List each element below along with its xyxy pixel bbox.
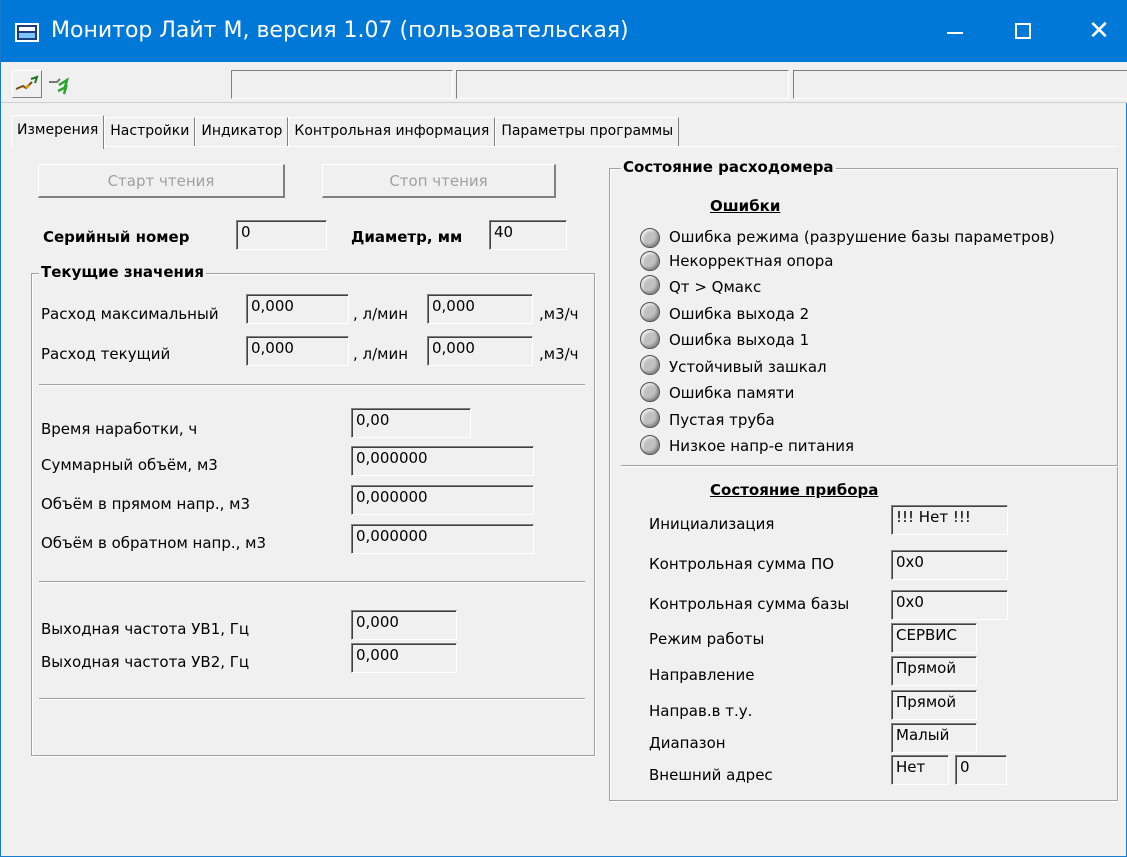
runtime-label: Время наработки, ч: [41, 420, 198, 438]
flow-max-lmin-unit: , л/мин: [353, 305, 409, 323]
flowmeter-state-title: Состояние расходомера: [621, 158, 836, 176]
direction-field[interactable]: Прямой: [891, 656, 977, 686]
tab-program-params[interactable]: Параметры программы: [495, 117, 680, 147]
tu-direction-field[interactable]: Прямой: [891, 690, 977, 720]
group-divider: [39, 384, 585, 386]
minimize-icon: [947, 32, 963, 34]
minimize-button[interactable]: [926, 0, 984, 62]
error-indicator-icon: [640, 251, 660, 271]
error-label: Низкое напр-е питания: [669, 437, 855, 455]
error-label: Ошибка выхода 2: [669, 305, 810, 323]
sw-checksum-field[interactable]: 0x0: [891, 550, 1008, 580]
connect-button[interactable]: [12, 70, 42, 98]
total-volume-field[interactable]: 0,000000: [351, 446, 534, 476]
db-checksum-label: Контрольная сумма базы: [649, 595, 850, 613]
window-title: Монитор Лайт М, версия 1.07 (пользовател…: [51, 18, 629, 43]
db-checksum-field[interactable]: 0x0: [891, 590, 1008, 620]
status-field-1: [231, 70, 453, 99]
ext-addr-label: Внешний адрес: [649, 766, 773, 784]
ext-addr-flag-field[interactable]: Нет: [891, 755, 949, 785]
range-label: Диапазон: [649, 734, 726, 752]
error-indicator-icon: [640, 435, 660, 455]
app-window: Монитор Лайт М, версия 1.07 (пользовател…: [0, 0, 1127, 857]
init-label: Инициализация: [649, 515, 775, 533]
flow-current-lmin-field[interactable]: 0,000: [246, 336, 349, 366]
sw-checksum-label: Контрольная сумма ПО: [649, 555, 835, 573]
runtime-field[interactable]: 0,00: [351, 408, 471, 438]
tab-settings[interactable]: Настройки: [104, 117, 196, 147]
tab-control-info[interactable]: Контрольная информация: [288, 117, 496, 147]
flow-max-m3h-field[interactable]: 0,000: [427, 294, 533, 324]
flow-current-lmin-unit: , л/мин: [353, 345, 409, 363]
state-divider: [621, 465, 1118, 467]
flow-current-m3h-field[interactable]: 0,000: [427, 336, 533, 366]
forward-volume-label: Объём в прямом напр., м3: [41, 495, 250, 513]
direction-label: Направление: [649, 666, 755, 684]
tab-indicator[interactable]: Индикатор: [195, 117, 289, 147]
ext-addr-value-field[interactable]: 0: [955, 755, 1007, 785]
error-indicator-icon: [640, 302, 660, 322]
diameter-label: Диаметр, мм: [351, 228, 463, 246]
error-indicator-icon: [640, 355, 660, 375]
title-bar[interactable]: Монитор Лайт М, версия 1.07 (пользовател…: [1, 0, 1127, 62]
green-arrows-icon: [49, 77, 70, 95]
mode-field[interactable]: СЕРВИС: [891, 623, 977, 653]
error-indicator-icon: [640, 329, 660, 349]
init-field[interactable]: !!! Нет !!!: [891, 505, 1008, 535]
serial-number-field[interactable]: 0: [236, 220, 327, 250]
error-indicator-icon: [640, 382, 660, 402]
total-volume-label: Суммарный объём, м3: [41, 456, 218, 474]
flow-current-m3h-unit: ,м3/ч: [539, 345, 579, 363]
range-field[interactable]: Малый: [891, 723, 977, 753]
flow-max-label: Расход максимальный: [41, 305, 219, 323]
refresh-button[interactable]: [44, 70, 74, 98]
error-indicator-icon: [640, 408, 660, 428]
group-divider: [39, 581, 585, 583]
error-label: Ошибка памяти: [669, 384, 795, 402]
output-freq2-field[interactable]: 0,000: [351, 643, 457, 673]
error-label: Пустая труба: [669, 411, 775, 429]
stop-reading-button[interactable]: Стоп чтения: [322, 164, 556, 198]
reverse-volume-label: Объём в обратном напр., м3: [41, 534, 267, 552]
group-divider: [39, 698, 585, 700]
tab-baseline: [11, 146, 1118, 147]
connect-plug-icon: [15, 75, 39, 90]
toolbar: [1, 62, 1127, 103]
app-window-icon[interactable]: [15, 23, 39, 42]
error-label: Ошибка режима (разрушение базы параметро…: [669, 228, 1055, 246]
errors-title: Ошибки: [710, 197, 781, 215]
error-label: Qт > Qмакс: [669, 278, 762, 296]
output-freq1-label: Выходная частота УВ1, Гц: [41, 620, 250, 638]
tab-measurements[interactable]: Измерения: [11, 115, 105, 149]
maximize-button[interactable]: [994, 0, 1052, 62]
error-indicator-icon: [640, 228, 660, 248]
close-icon: ✕: [1088, 16, 1110, 46]
output-freq1-field[interactable]: 0,000: [351, 610, 457, 640]
mode-label: Режим работы: [649, 630, 765, 648]
serial-number-label: Серийный номер: [43, 228, 190, 246]
flow-max-lmin-field[interactable]: 0,000: [246, 294, 349, 324]
tab-strip: Измерения Настройки Индикатор Контрольна…: [11, 115, 680, 149]
output-freq2-label: Выходная частота УВ2, Гц: [41, 653, 250, 671]
tu-direction-label: Направ.в т.у.: [649, 702, 753, 720]
forward-volume-field[interactable]: 0,000000: [351, 485, 534, 515]
status-field-3: [793, 70, 1127, 99]
error-indicator-icon: [640, 275, 660, 295]
error-label: Устойчивый зашкал: [669, 358, 827, 376]
status-field-2: [456, 70, 789, 99]
start-reading-button[interactable]: Старт чтения: [38, 164, 285, 198]
error-label: Некорректная опора: [669, 252, 834, 270]
diameter-field[interactable]: 40: [489, 220, 567, 250]
maximize-icon: [1015, 23, 1031, 39]
reverse-volume-field[interactable]: 0,000000: [351, 524, 534, 554]
current-values-title: Текущие значения: [39, 263, 207, 281]
flow-current-label: Расход текущий: [41, 345, 171, 363]
error-label: Ошибка выхода 1: [669, 331, 810, 349]
flow-max-m3h-unit: ,м3/ч: [539, 305, 579, 323]
close-button[interactable]: ✕: [1070, 0, 1127, 62]
device-state-title: Состояние прибора: [710, 481, 879, 499]
